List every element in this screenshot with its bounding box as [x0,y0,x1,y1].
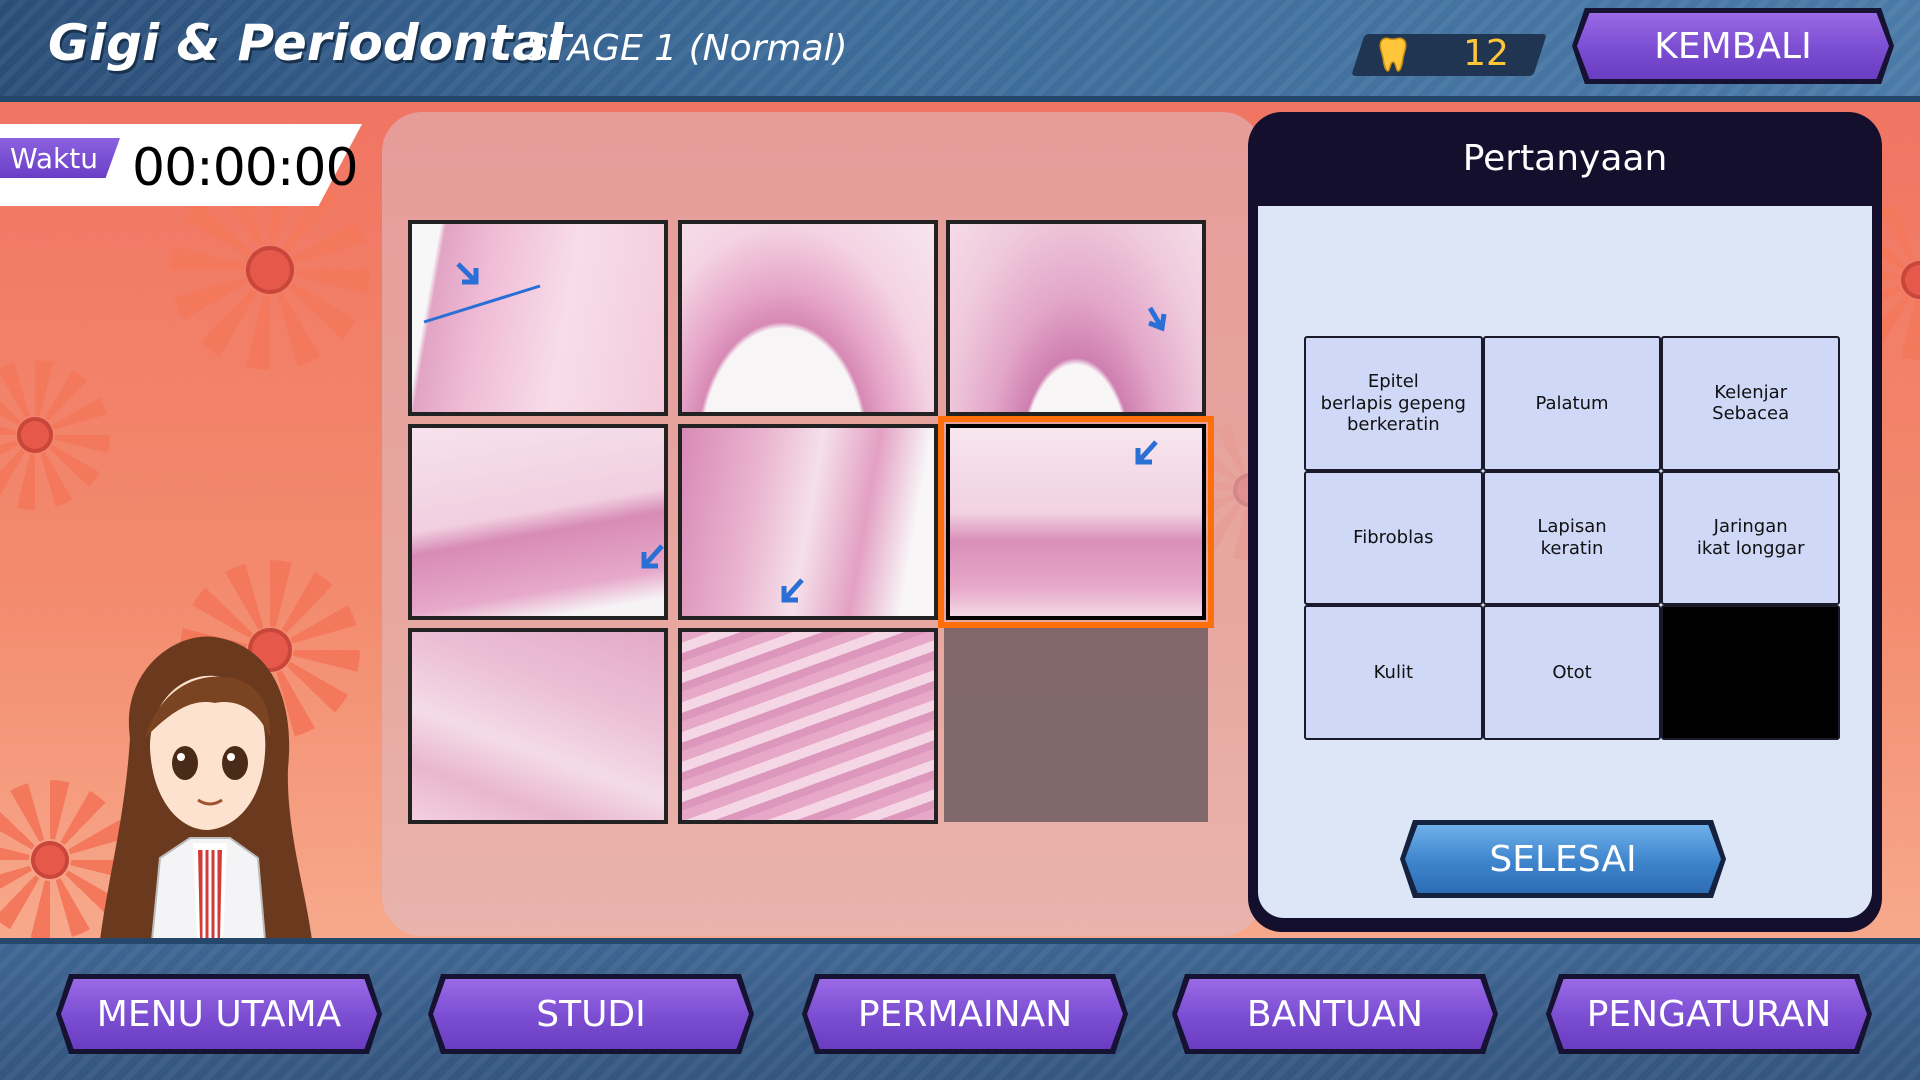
finish-button-label: SELESAI [1489,838,1637,880]
answer-option-3[interactable]: Kelenjar Sebacea [1661,336,1840,471]
arrow-icon [1135,440,1158,465]
puzzle-tile-7[interactable] [408,628,668,824]
puzzle-tile-2[interactable] [678,220,938,416]
study-button[interactable]: STUDI [428,974,754,1054]
puzzle-tile-5[interactable] [678,424,938,620]
arrow-icon [781,578,804,603]
question-panel-body: Epitel berlapis gepeng berkeratin Palatu… [1258,206,1872,918]
help-label: BANTUAN [1246,993,1424,1035]
arrow-icon [1147,306,1167,332]
puzzle-tile-3[interactable] [946,220,1206,416]
puzzle-tile-8[interactable] [678,628,938,824]
answer-option-1[interactable]: Epitel berlapis gepeng berkeratin [1304,336,1483,471]
answer-option-6[interactable]: Jaringan ikat longgar [1661,470,1840,606]
game-label: PERMAINAN [857,993,1073,1035]
game-title: Gigi & Periodontal [48,14,564,72]
question-panel: Pertanyaan Epitel berlapis gepeng berker… [1248,112,1882,932]
measure-line [423,284,541,324]
answer-option-8[interactable]: Otot [1482,605,1662,740]
main-menu-label: MENU UTAMA [96,993,342,1035]
answer-option-5[interactable]: Lapisan keratin [1482,470,1662,606]
main-menu-button[interactable]: MENU UTAMA [56,974,382,1054]
back-button[interactable]: KEMBALI [1572,8,1894,84]
settings-label: PENGATURAN [1586,993,1832,1035]
settings-button[interactable]: PENGATURAN [1546,974,1872,1054]
help-button[interactable]: BANTUAN [1172,974,1498,1054]
puzzle-tile-4[interactable] [408,424,668,620]
timer: Waktu 00:00:00 [0,124,370,206]
study-label: STUDI [536,993,646,1035]
timer-value: 00:00:00 [132,138,359,198]
answer-option-9-blank[interactable] [1661,605,1840,740]
stage-label: STAGE 1 (Normal) [526,28,848,69]
flower-decoration [0,360,110,510]
arrow-icon [641,544,664,569]
puzzle-tile-6-selected[interactable] [938,416,1214,628]
question-panel-title: Pertanyaan [1462,137,1668,179]
timer-label: Waktu [10,142,98,175]
answer-option-4[interactable]: Fibroblas [1304,470,1483,606]
game-button[interactable]: PERMAINAN [802,974,1128,1054]
finish-button[interactable]: SELESAI [1400,820,1726,898]
answer-grid: Epitel berlapis gepeng berkeratin Palatu… [1304,336,1840,740]
back-button-label: KEMBALI [1654,25,1812,67]
answer-option-7[interactable]: Kulit [1304,605,1483,740]
puzzle-tile-1[interactable] [408,220,668,416]
character-avatar [100,636,312,940]
tooth-icon [1379,37,1407,72]
puzzle-tile-9-empty[interactable] [944,628,1208,822]
answer-option-2[interactable]: Palatum [1482,336,1662,471]
score-value: 12 [1463,33,1509,74]
